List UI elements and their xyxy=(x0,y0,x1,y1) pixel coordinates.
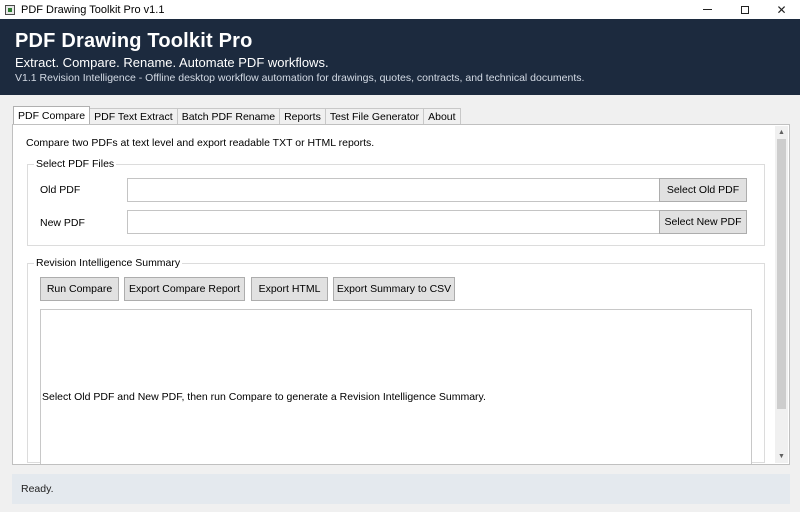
close-icon: ✕ xyxy=(776,2,787,17)
app-icon xyxy=(5,4,15,15)
tab-test-file-generator[interactable]: Test File Generator xyxy=(324,108,425,124)
tab-reports[interactable]: Reports xyxy=(279,108,326,124)
revision-summary-text: Select Old PDF and New PDF, then run Com… xyxy=(42,391,486,403)
status-bar: Ready. xyxy=(12,474,790,504)
minimize-icon xyxy=(703,9,712,10)
compare-intro-text: Compare two PDFs at text level and expor… xyxy=(26,137,375,149)
select-pdf-files-group: Select PDF Files Old PDF Select Old PDF … xyxy=(27,158,765,246)
app-subtitle: V1.1 Revision Intelligence - Offline des… xyxy=(15,72,585,84)
maximize-icon xyxy=(740,5,749,14)
minimize-button[interactable] xyxy=(689,0,726,19)
main-tabs: PDF Compare PDF Text Extract Batch PDF R… xyxy=(13,106,461,124)
window-title: PDF Drawing Toolkit Pro v1.1 xyxy=(21,3,165,16)
panel-vertical-scrollbar[interactable]: ▲ ▼ xyxy=(775,126,788,463)
app-title: PDF Drawing Toolkit Pro xyxy=(15,30,253,52)
window-controls: ✕ xyxy=(689,0,800,19)
old-pdf-path-input[interactable] xyxy=(127,178,660,202)
window-title-bar: PDF Drawing Toolkit Pro v1.1 ✕ xyxy=(0,0,800,19)
select-new-pdf-button[interactable]: Select New PDF xyxy=(659,210,747,234)
scroll-down-arrow-icon[interactable]: ▼ xyxy=(775,450,788,463)
maximize-button[interactable] xyxy=(726,0,763,19)
revision-summary-output[interactable]: Select Old PDF and New PDF, then run Com… xyxy=(40,309,752,464)
export-html-button[interactable]: Export HTML xyxy=(251,277,328,301)
app-tagline: Extract. Compare. Rename. Automate PDF w… xyxy=(15,55,329,70)
tab-pdf-compare[interactable]: PDF Compare xyxy=(13,106,91,124)
close-button[interactable]: ✕ xyxy=(763,0,800,19)
tab-about[interactable]: About xyxy=(423,108,461,124)
old-pdf-label: Old PDF xyxy=(40,184,81,196)
export-summary-csv-button[interactable]: Export Summary to CSV xyxy=(333,277,455,301)
new-pdf-path-input[interactable] xyxy=(127,210,660,234)
select-pdf-files-legend: Select PDF Files xyxy=(34,158,117,170)
new-pdf-label: New PDF xyxy=(40,217,85,229)
revision-summary-legend: Revision Intelligence Summary xyxy=(34,257,183,269)
status-text: Ready. xyxy=(21,483,54,495)
export-compare-report-button[interactable]: Export Compare Report xyxy=(124,277,245,301)
scroll-up-arrow-icon[interactable]: ▲ xyxy=(775,126,788,139)
tab-pdf-text-extract[interactable]: PDF Text Extract xyxy=(89,108,178,124)
scrollbar-thumb[interactable] xyxy=(777,139,786,409)
pdf-compare-panel: Compare two PDFs at text level and expor… xyxy=(12,124,790,465)
revision-intelligence-summary-group: Revision Intelligence Summary Run Compar… xyxy=(27,257,765,464)
tab-batch-pdf-rename[interactable]: Batch PDF Rename xyxy=(176,108,281,124)
select-old-pdf-button[interactable]: Select Old PDF xyxy=(659,178,747,202)
app-header: PDF Drawing Toolkit Pro Extract. Compare… xyxy=(0,19,800,95)
run-compare-button[interactable]: Run Compare xyxy=(40,277,119,301)
